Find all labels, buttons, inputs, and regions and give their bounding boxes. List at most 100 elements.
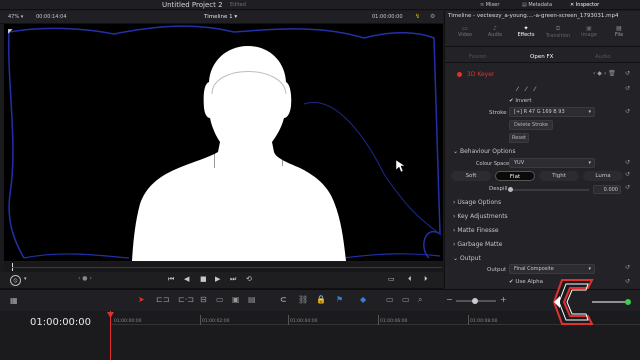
- eyedropper-icon[interactable]: ⁄: [517, 86, 518, 93]
- match-frame-icon[interactable]: ▭: [388, 275, 395, 283]
- source-icon[interactable]: ⦸: [10, 275, 21, 286]
- top-bar: Untitled Project 2 Edited ≡ Mixer ▤ Meta…: [0, 0, 640, 10]
- slider-handle[interactable]: [508, 187, 513, 192]
- usage-options-header[interactable]: › Usage Options: [453, 199, 501, 206]
- reset-mode-icon[interactable]: ↺: [625, 171, 630, 178]
- project-title: Untitled Project 2: [162, 1, 223, 9]
- timeline-selector[interactable]: Timeline 1 ▾: [204, 14, 237, 20]
- despill-value[interactable]: 0.000: [593, 185, 621, 194]
- key-adjustments-header[interactable]: › Key Adjustments: [453, 213, 508, 220]
- effect-options-icons[interactable]: ‹ ◆ › 🗑: [593, 70, 616, 77]
- transport-controls: ⦸ ▾ ‹ ● › ⏮ ◀ ■ ▶ ⏭ ⟲ ▭ ⏴ ⏵: [0, 272, 443, 289]
- skip-start-button[interactable]: ⏮: [168, 275, 174, 284]
- tab-transition[interactable]: ⧉ Transition: [543, 25, 573, 39]
- ruler-tick-label: 01:00:08:00: [470, 319, 498, 324]
- tab-video[interactable]: ▭ Video: [451, 25, 479, 38]
- mode-flat[interactable]: Flat: [495, 171, 535, 181]
- picker-tools: ⁄ ⁄ ⁄: [517, 86, 535, 93]
- zoom-out-icon[interactable]: −: [446, 295, 453, 304]
- select-tool-icon[interactable]: ➤: [138, 295, 145, 304]
- garbage-matte-header[interactable]: › Garbage Matte: [453, 241, 502, 248]
- subtab-audio[interactable]: Audio: [595, 54, 611, 60]
- mode-luma[interactable]: Luma: [583, 171, 623, 181]
- blade-tool-icon[interactable]: ⊟: [200, 295, 207, 304]
- snap-icon[interactable]: ⊂: [280, 295, 287, 304]
- mode-tight[interactable]: Tight: [539, 171, 579, 181]
- chevron-down-icon: ▾: [588, 160, 591, 166]
- chevron-down-icon[interactable]: ▾: [24, 276, 27, 282]
- ruler-tick-label: 01:00:04:00: [290, 319, 318, 324]
- play-button[interactable]: ▶: [215, 275, 220, 283]
- despill-slider[interactable]: [508, 187, 589, 192]
- overwrite-clip-icon[interactable]: ▣: [232, 295, 240, 304]
- zoom-custom-icon[interactable]: ⌕: [418, 295, 422, 305]
- eyedropper-plus-icon[interactable]: ⁄: [534, 86, 535, 93]
- next-edit-button[interactable]: ⏵: [424, 275, 428, 284]
- reset-despill-icon[interactable]: ↺: [625, 184, 630, 191]
- chevron-down-icon: ▾: [234, 14, 238, 20]
- zoom-dropdown[interactable]: 47% ▾: [8, 14, 23, 20]
- sync-icon[interactable]: ↯: [415, 13, 420, 20]
- reset-color-space-icon[interactable]: ↺: [625, 159, 630, 166]
- effect-name: 3D Keyer: [467, 71, 495, 78]
- insert-clip-icon[interactable]: ▭: [216, 295, 224, 304]
- zoom-in-icon[interactable]: +: [500, 295, 507, 304]
- zoom-full-icon[interactable]: ▭: [386, 295, 394, 304]
- tab-audio[interactable]: ♪ Audio: [481, 25, 509, 38]
- matte-finesse-header[interactable]: › Matte Finesse: [453, 227, 499, 234]
- reset-button[interactable]: Reset: [509, 133, 529, 143]
- effect-header: 3D Keyer ‹ ◆ › 🗑 ↺: [445, 69, 640, 81]
- timeline-playhead[interactable]: [110, 311, 111, 360]
- trim-tool-icon[interactable]: ⊏⊐: [156, 295, 169, 304]
- color-space-select[interactable]: YUV ▾: [509, 158, 595, 168]
- effect-subtabs: Fusion Open FX Audio: [445, 51, 640, 63]
- tab-file[interactable]: ▤ File: [605, 25, 633, 38]
- reset-pick-icon[interactable]: ↺: [625, 85, 630, 92]
- prev-edit-button[interactable]: ⏴: [408, 275, 412, 284]
- metadata-button[interactable]: ▤ Metadata: [522, 2, 552, 8]
- mode-soft[interactable]: Soft: [451, 171, 491, 181]
- eyedropper-minus-icon[interactable]: ⁄: [526, 86, 527, 93]
- link-icon[interactable]: ⛓: [298, 295, 308, 304]
- chevron-right-icon: ›: [453, 241, 456, 248]
- stroke-selector[interactable]: [+] R 47 G 169 B 93 ▾: [509, 107, 595, 117]
- tab-image[interactable]: ▣ Image: [575, 25, 603, 38]
- effects-icon: ✦: [523, 25, 529, 32]
- jog-indicator[interactable]: ‹ ● ›: [78, 275, 92, 282]
- reset-effect-icon[interactable]: ↺: [625, 70, 630, 77]
- settings-icon[interactable]: ⚙: [430, 13, 435, 20]
- zoom-slider[interactable]: [456, 298, 496, 304]
- lock-icon[interactable]: 🔒: [316, 295, 326, 304]
- reset-stroke-icon[interactable]: ↺: [625, 108, 630, 115]
- subtab-openfx[interactable]: Open FX: [530, 54, 553, 60]
- clip-title: Timeline - vecteezy_a-young....-a-green-…: [448, 13, 619, 19]
- delete-stroke-button[interactable]: Delete Stroke: [509, 120, 553, 130]
- channel-logo: [548, 270, 636, 336]
- flag-icon[interactable]: ⚑: [336, 295, 343, 304]
- scrub-bar[interactable]: [4, 262, 443, 272]
- output-header[interactable]: ⌄ Output: [453, 255, 481, 262]
- color-space-label: Colour Space: [476, 161, 510, 167]
- marker-icon[interactable]: ◆: [360, 295, 366, 304]
- loop-button[interactable]: ⟲: [246, 275, 252, 283]
- mixer-button[interactable]: ≡ Mixer: [480, 2, 499, 8]
- subtab-fusion[interactable]: Fusion: [469, 54, 487, 60]
- tab-effects[interactable]: ✦ Effects: [511, 25, 541, 38]
- layout-icon[interactable]: ▦: [10, 296, 18, 305]
- invert-checkbox[interactable]: ✔ Invert: [509, 98, 532, 104]
- inspector-button[interactable]: ✕ Inspector: [570, 2, 599, 8]
- zoom-detail-icon[interactable]: ▭: [402, 295, 410, 304]
- chevron-down-icon: ▾: [20, 14, 24, 20]
- reverse-button[interactable]: ◀: [184, 275, 189, 283]
- use-alpha-checkbox[interactable]: ✔ Use Alpha: [509, 279, 543, 285]
- dynamic-trim-icon[interactable]: ⊏·⊐: [178, 295, 194, 304]
- effect-enable-toggle[interactable]: [457, 72, 462, 77]
- zoom-slider-handle[interactable]: [472, 298, 478, 304]
- video-viewer[interactable]: ◤: [4, 24, 443, 261]
- skip-end-button[interactable]: ⏭: [230, 275, 236, 284]
- replace-clip-icon[interactable]: ▤: [248, 295, 256, 304]
- stop-button[interactable]: ■: [200, 275, 207, 283]
- check-icon: ✔: [509, 279, 514, 285]
- behaviour-options-header[interactable]: ⌄ Behaviour Options: [453, 148, 515, 155]
- mixer-icon: ≡: [480, 2, 485, 8]
